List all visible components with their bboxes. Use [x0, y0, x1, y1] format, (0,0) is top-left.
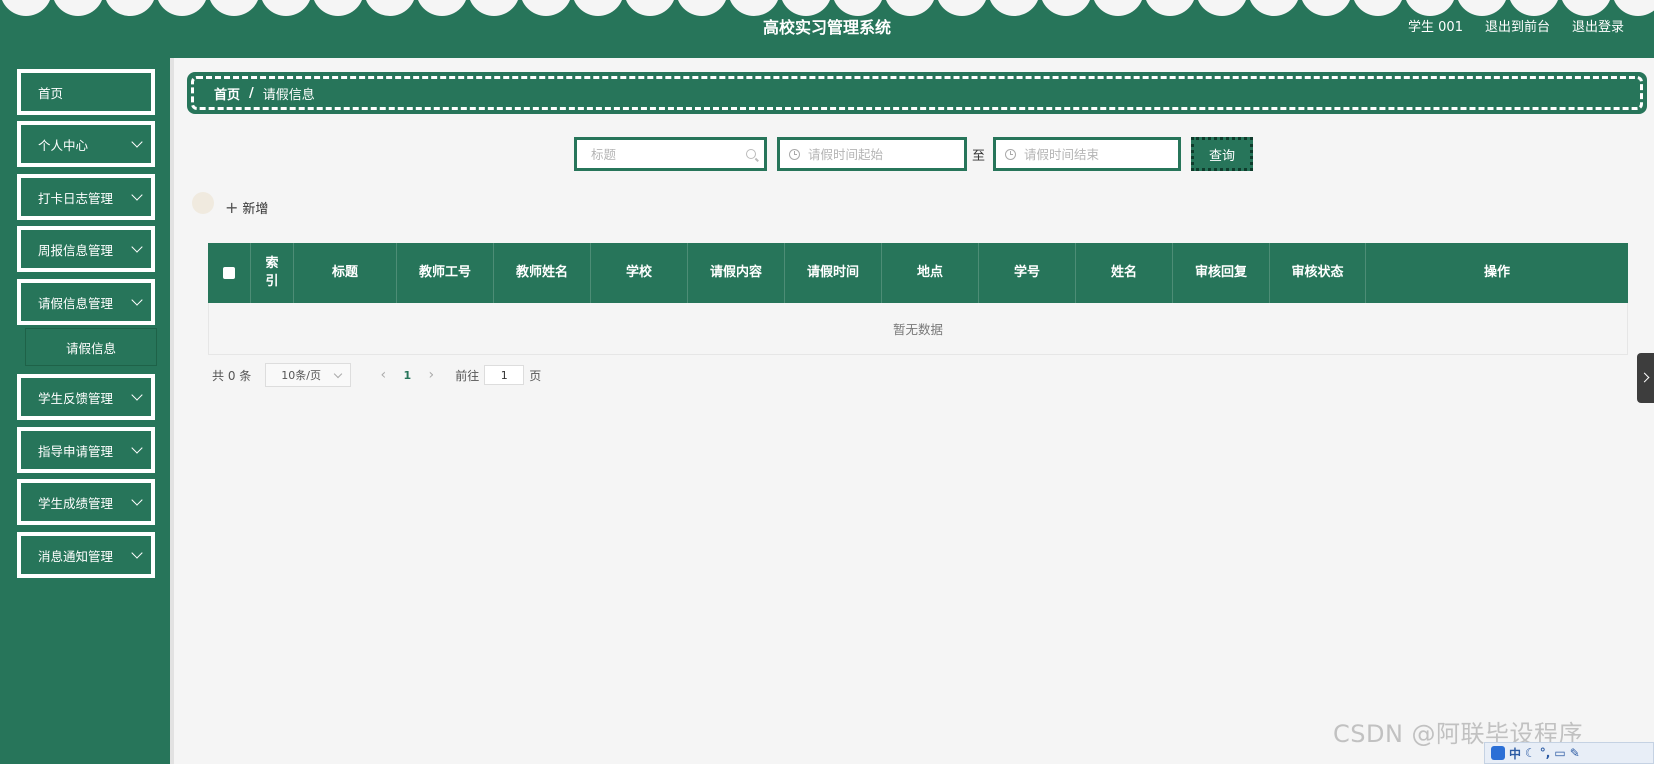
sidebar-item-label: 指导申请管理 — [38, 443, 114, 459]
leave-start-date-input[interactable] — [808, 146, 964, 162]
sidebar-item-label: 打卡日志管理 — [38, 190, 114, 206]
column-header-student-name: 姓名 — [1076, 243, 1173, 303]
keyboard-icon: ▭ — [1554, 746, 1566, 760]
chevron-down-icon — [131, 294, 143, 306]
pagination-total: 共 0 条 — [212, 368, 252, 383]
column-header-title: 标题 — [294, 243, 397, 303]
column-header-leave-content: 请假内容 — [688, 243, 785, 303]
system-tray: 中 ☾ °, ▭ ✎ — [1484, 742, 1654, 764]
add-button-label: 新增 — [242, 202, 269, 217]
sidebar-item-label: 周报信息管理 — [38, 242, 114, 258]
chevron-down-icon — [131, 494, 143, 506]
breadcrumb-separator: / — [249, 85, 254, 101]
sidebar-item-leave-management[interactable]: 请假信息管理 — [17, 279, 155, 325]
app-title: 高校实习管理系统 — [762, 18, 891, 37]
header-user-menu: 学生 001 退出到前台 退出登录 — [1408, 16, 1624, 35]
leave-start-date-field[interactable] — [777, 137, 967, 171]
column-header-index: 索引 — [251, 243, 294, 303]
next-page-button[interactable]: › — [419, 367, 443, 383]
column-header-review-status: 审核状态 — [1270, 243, 1366, 303]
column-header-actions: 操作 — [1483, 265, 1510, 280]
leave-end-date-field[interactable] — [993, 137, 1181, 171]
add-button[interactable]: + 新增 — [225, 198, 268, 217]
moon-icon: ☾ — [1525, 746, 1536, 760]
sidebar-item-home[interactable]: 首页 — [17, 69, 155, 115]
prev-page-button[interactable]: ‹ — [371, 367, 395, 383]
back-to-front-link[interactable]: 退出到前台 — [1485, 16, 1550, 35]
sidebar-item-personal-center[interactable]: 个人中心 — [17, 121, 155, 167]
chevron-down-icon — [131, 389, 143, 401]
column-header-review-reply: 审核回复 — [1173, 243, 1270, 303]
sidebar-divider — [170, 58, 174, 764]
table-empty-state: 暂无数据 — [208, 303, 1628, 355]
chevron-down-icon — [131, 241, 143, 253]
sidebar-item-checkin-log[interactable]: 打卡日志管理 — [17, 174, 155, 220]
chevron-down-icon — [131, 547, 143, 559]
sidebar-item-student-grades[interactable]: 学生成绩管理 — [17, 479, 155, 525]
goto-prefix: 前往 — [455, 368, 480, 383]
goto-suffix: 页 — [529, 368, 542, 383]
table-header: 索引 标题 教师工号 教师姓名 学校 请假内容 请假时间 地点 学号 姓名 审核… — [208, 243, 1628, 303]
column-header-school: 学校 — [591, 243, 688, 303]
title-search-input[interactable] — [591, 146, 736, 162]
clock-icon — [1005, 149, 1016, 160]
chevron-down-icon — [334, 369, 343, 379]
sidebar-subitem-label: 请假信息 — [65, 340, 116, 356]
goto-page: 前往 页 — [455, 365, 541, 385]
pagination: 共 0 条 10条/页 ‹ 1 › 前往 页 — [212, 363, 541, 387]
date-range-separator: 至 — [972, 149, 986, 164]
ime-mode-label[interactable]: 中 — [1509, 745, 1521, 762]
right-panel-toggle[interactable] — [1637, 353, 1654, 403]
chevron-down-icon — [131, 442, 143, 454]
column-header-location: 地点 — [882, 243, 979, 303]
sidebar-item-label: 首页 — [38, 85, 64, 101]
sidebar-item-label: 个人中心 — [38, 137, 89, 153]
chevron-down-icon — [131, 189, 143, 201]
column-header-teacher-id: 教师工号 — [397, 243, 494, 303]
ime-logo-icon — [1491, 746, 1505, 760]
sidebar: 首页 个人中心 打卡日志管理 周报信息管理 请假信息管理 请假信息 学生反馈管理… — [0, 58, 170, 764]
column-header-teacher-name: 教师姓名 — [494, 243, 591, 303]
goto-page-input[interactable] — [484, 365, 525, 385]
leave-info-table: 索引 标题 教师工号 教师姓名 学校 请假内容 请假时间 地点 学号 姓名 审核… — [208, 243, 1628, 355]
sidebar-item-guidance-application[interactable]: 指导申请管理 — [17, 427, 155, 473]
plus-icon: + — [225, 198, 239, 217]
sidebar-item-label: 消息通知管理 — [38, 548, 114, 564]
sidebar-item-notifications[interactable]: 消息通知管理 — [17, 532, 155, 578]
settings-icon: ✎ — [1569, 746, 1580, 760]
search-icon — [746, 149, 756, 159]
current-user: 学生 001 — [1408, 20, 1463, 35]
page-size-select[interactable]: 10条/页 — [265, 363, 352, 387]
logout-link[interactable]: 退出登录 — [1572, 16, 1624, 35]
select-all-header[interactable] — [208, 243, 251, 303]
clock-icon — [789, 149, 800, 160]
page-size-value: 10条/页 — [281, 369, 321, 382]
sidebar-item-label: 请假信息管理 — [38, 295, 114, 311]
sidebar-item-weekly-report[interactable]: 周报信息管理 — [17, 226, 155, 272]
chevron-down-icon — [131, 136, 143, 148]
title-search-field[interactable] — [574, 137, 767, 171]
breadcrumb: 首页 / 请假信息 — [187, 72, 1647, 114]
sidebar-item-label: 学生成绩管理 — [38, 495, 114, 511]
sidebar-item-student-feedback[interactable]: 学生反馈管理 — [17, 374, 155, 420]
mouse-cursor-highlight — [192, 192, 214, 214]
leave-end-date-input[interactable] — [1024, 146, 1178, 162]
sidebar-item-label: 学生反馈管理 — [38, 390, 114, 406]
column-header-student-id: 学号 — [979, 243, 1076, 303]
select-all-checkbox[interactable] — [223, 267, 235, 279]
page-number-current[interactable]: 1 — [395, 369, 419, 382]
breadcrumb-home[interactable]: 首页 — [214, 84, 240, 103]
sidebar-subitem-leave-info[interactable]: 请假信息 — [25, 328, 157, 366]
query-button[interactable]: 查询 — [1191, 137, 1253, 171]
top-header: 高校实习管理系统 学生 001 退出到前台 退出登录 — [0, 0, 1654, 58]
breadcrumb-current: 请假信息 — [262, 87, 315, 103]
breadcrumb-inner: 首页 / 请假信息 — [191, 76, 1643, 110]
punctuation-icon: °, — [1539, 746, 1551, 760]
column-header-leave-time: 请假时间 — [785, 243, 882, 303]
